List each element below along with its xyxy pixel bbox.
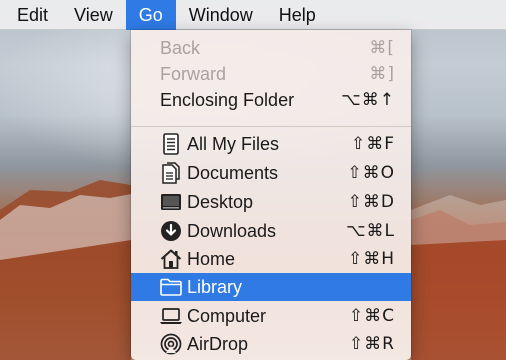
menu-go[interactable]: Go [125, 0, 176, 30]
go-menu-dropdown: Back ⌘[ Forward ⌘] Enclosing Folder ⌥⌘↑ … [131, 30, 411, 360]
shortcut-label: ⌥⌘↑ [341, 90, 395, 110]
shortcut-label: ⌥⌘L [345, 221, 395, 241]
menu-help[interactable]: Help [266, 0, 329, 30]
airdrop-icon [159, 332, 183, 356]
menu-edit[interactable]: Edit [4, 0, 61, 30]
documents-icon [159, 161, 183, 185]
computer-icon [159, 304, 183, 328]
menu-item-enclosing-folder[interactable]: Enclosing Folder ⌥⌘↑ [131, 86, 411, 114]
folder-icon [159, 275, 183, 299]
menu-item-label: Enclosing Folder [160, 89, 295, 110]
menu-item-label: Documents [187, 162, 279, 183]
shortcut-label: ⌘] [369, 64, 395, 84]
menu-item-label: All My Files [187, 133, 280, 154]
menu-item-desktop[interactable]: Desktop ⇧⌘D [131, 188, 411, 216]
menu-item-label: Back [160, 37, 201, 58]
shortcut-label: ⇧⌘C [348, 306, 395, 326]
menu-item-label: Library [187, 276, 243, 297]
menu-item-all-my-files[interactable]: All My Files ⇧⌘F [131, 130, 411, 158]
menu-item-label: Home [187, 248, 236, 269]
menu-item-airdrop[interactable]: AirDrop ⇧⌘R [131, 330, 411, 358]
menu-view[interactable]: View [61, 0, 126, 30]
all-my-files-icon [159, 132, 183, 156]
menu-bar: Edit View Go Window Help [0, 0, 506, 30]
menu-item-label: Forward [160, 63, 227, 84]
menu-item-label: Downloads [187, 220, 277, 241]
shortcut-label: ⌘[ [369, 38, 395, 58]
home-icon [159, 247, 183, 271]
menu-item-label: Computer [187, 305, 267, 326]
menu-window[interactable]: Window [176, 0, 266, 30]
shortcut-label: ⇧⌘D [347, 192, 395, 212]
shortcut-label: ⇧⌘O [347, 163, 395, 183]
menu-item-downloads[interactable]: Downloads ⌥⌘L [131, 217, 411, 245]
menu-separator [131, 126, 411, 127]
menu-item-back[interactable]: Back ⌘[ [131, 34, 411, 62]
downloads-icon [159, 219, 183, 243]
menu-item-documents[interactable]: Documents ⇧⌘O [131, 159, 411, 187]
shortcut-label: ⇧⌘R [348, 334, 395, 354]
menu-item-computer[interactable]: Computer ⇧⌘C [131, 302, 411, 330]
menu-item-forward[interactable]: Forward ⌘] [131, 60, 411, 88]
shortcut-label: ⇧⌘F [350, 134, 395, 154]
shortcut-label: ⇧⌘H [347, 249, 395, 269]
menu-item-label: AirDrop [187, 333, 249, 354]
menu-item-home[interactable]: Home ⇧⌘H [131, 245, 411, 273]
desktop-icon [159, 190, 183, 214]
menu-item-library[interactable]: Library [131, 273, 411, 301]
menu-item-label: Desktop [187, 191, 254, 212]
